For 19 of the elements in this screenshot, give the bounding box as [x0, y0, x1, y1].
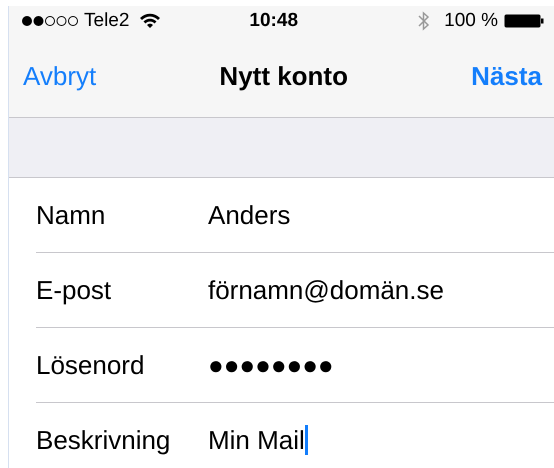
- field-label: Namn: [36, 198, 106, 232]
- field-label: Lösenord: [36, 348, 146, 382]
- carrier-name: Tele2: [84, 8, 130, 33]
- input-field[interactable]: Anders: [208, 178, 554, 252]
- screen-title: Nytt konto: [219, 60, 348, 93]
- next-button[interactable]: Nästa: [471, 57, 542, 96]
- battery-icon: [504, 14, 544, 28]
- field-label: Beskrivning: [36, 424, 172, 456]
- input-field[interactable]: Min Mail: [208, 403, 554, 468]
- battery-percent: 100 %: [444, 8, 498, 33]
- clock-time: 10:48: [249, 8, 298, 33]
- field-label: E-post: [36, 274, 112, 306]
- input-field[interactable]: ●●●●●●●●: [208, 328, 554, 402]
- cancel-button[interactable]: Avbryt: [23, 57, 96, 96]
- input-field[interactable]: förnamn@domän.se: [208, 253, 554, 327]
- wifi-icon: [139, 13, 162, 29]
- bluetooth-icon: [418, 11, 430, 31]
- text-cursor: [304, 425, 308, 455]
- signal-icon: [21, 15, 79, 27]
